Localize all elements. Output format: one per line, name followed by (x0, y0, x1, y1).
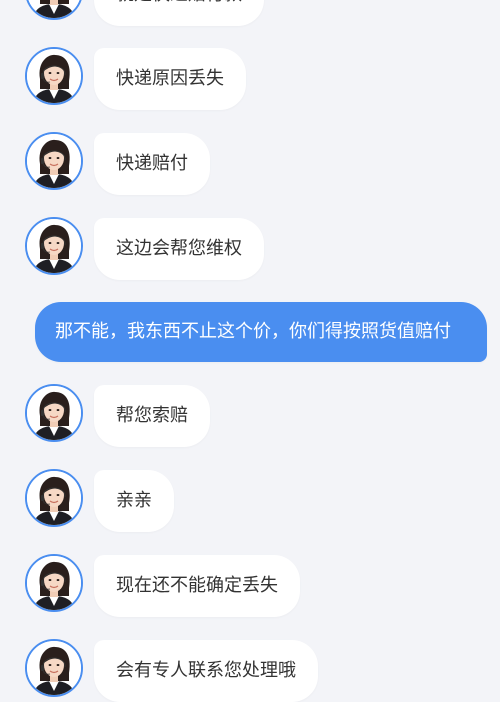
agent-avatar[interactable] (25, 384, 83, 442)
customer-service-agent-icon (27, 219, 81, 273)
agent-message[interactable]: 会有专人联系您处理哦 (94, 640, 318, 702)
agent-avatar[interactable] (25, 217, 83, 275)
agent-avatar[interactable] (25, 0, 83, 20)
customer-service-agent-icon (27, 641, 81, 695)
agent-avatar[interactable] (25, 469, 83, 527)
agent-message[interactable]: 这边会帮您维权 (94, 218, 264, 280)
agent-avatar[interactable] (25, 47, 83, 105)
customer-service-agent-icon (27, 556, 81, 610)
customer-service-agent-icon (27, 49, 81, 103)
customer-service-agent-icon (27, 471, 81, 525)
customer-service-agent-icon (27, 134, 81, 188)
agent-avatar[interactable] (25, 639, 83, 697)
agent-avatar[interactable] (25, 554, 83, 612)
agent-message[interactable]: 快递原因丢失 (94, 48, 246, 110)
agent-message[interactable]: 帮您索赔 (94, 385, 210, 447)
agent-message[interactable]: 就是快递赔付款 (94, 0, 264, 26)
customer-service-agent-icon (27, 0, 81, 18)
agent-message[interactable]: 现在还不能确定丢失 (94, 555, 300, 617)
chat-area[interactable]: 就是快递赔付款 快递原因丢失 快递赔付 这边会帮您维权 那不能，我东西不止这个价… (0, 0, 500, 702)
agent-message[interactable]: 快递赔付 (94, 133, 210, 195)
agent-avatar[interactable] (25, 132, 83, 190)
user-message[interactable]: 那不能，我东西不止这个价，你们得按照货值赔付 (35, 302, 487, 362)
customer-service-agent-icon (27, 386, 81, 440)
agent-message[interactable]: 亲亲 (94, 470, 174, 532)
